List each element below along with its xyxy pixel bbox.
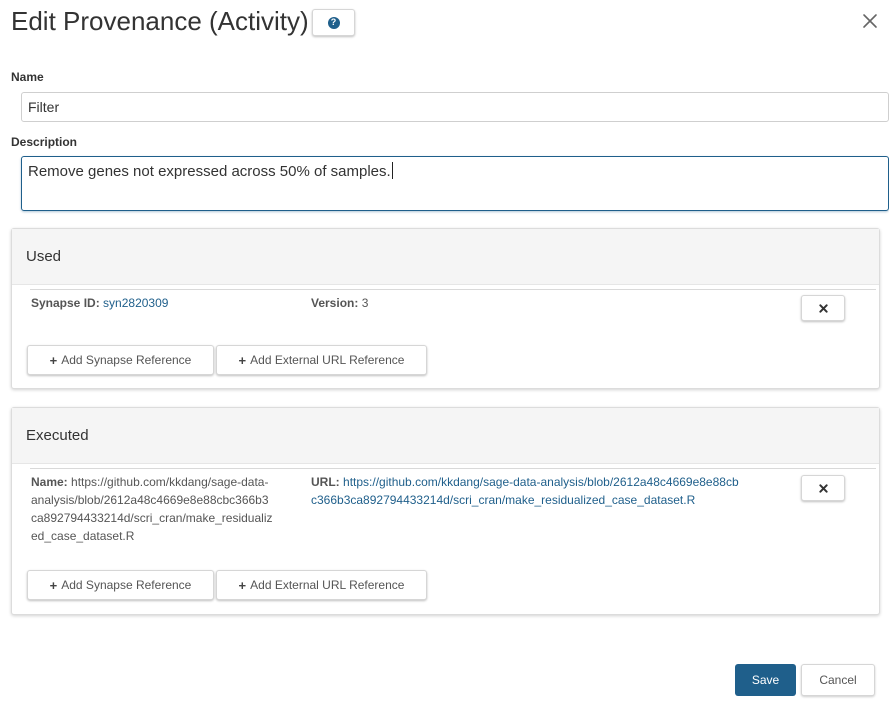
executed-url: URL: https://github.com/kkdang/sage-data… xyxy=(311,473,796,509)
executed-add-url-button[interactable]: + Add External URL Reference xyxy=(216,570,427,600)
executed-divider xyxy=(30,468,876,469)
used-panel: Used Synapse ID: syn2820309 Version: 3 +… xyxy=(11,228,880,389)
executed-name-line: analysis/blob/2612a48c4669e8e88cbc366b3 xyxy=(31,493,269,507)
name-input[interactable]: Filter xyxy=(21,92,889,122)
save-button[interactable]: Save xyxy=(735,664,796,696)
used-panel-heading: Used xyxy=(12,229,879,285)
close-button[interactable] xyxy=(858,9,882,33)
description-text: Remove genes not expressed across 50% of… xyxy=(28,163,391,180)
synapse-id-link[interactable]: syn2820309 xyxy=(103,296,168,310)
description-textarea[interactable]: Remove genes not expressed across 50% of… xyxy=(21,156,889,211)
add-url-label: Add External URL Reference xyxy=(250,578,405,592)
executed-panel: Executed Name: https://github.com/kkdang… xyxy=(11,407,880,615)
version-value: 3 xyxy=(361,296,369,310)
help-button[interactable]: ? xyxy=(312,9,355,36)
cancel-button[interactable]: Cancel xyxy=(801,664,875,696)
add-synapse-label: Add Synapse Reference xyxy=(61,353,192,367)
executed-add-synapse-button[interactable]: + Add Synapse Reference xyxy=(27,570,214,600)
executed-name: Name: https://github.com/kkdang/sage-dat… xyxy=(31,473,306,545)
used-add-url-button[interactable]: + Add External URL Reference xyxy=(216,345,427,375)
plus-icon: + xyxy=(49,352,58,368)
used-divider xyxy=(30,289,876,290)
question-circle-icon: ? xyxy=(327,16,340,29)
executed-name-label: Name: xyxy=(31,475,68,489)
executed-name-line: ca892794433214d/scri_cran/make_residuali… xyxy=(31,511,273,525)
executed-name-line: https://github.com/kkdang/sage-data- xyxy=(71,475,269,489)
close-icon xyxy=(863,14,877,28)
executed-url-link[interactable]: c366b3ca892794433214d/scri_cran/make_res… xyxy=(311,491,796,509)
version-label: Version: xyxy=(311,296,359,310)
remove-executed-button[interactable] xyxy=(801,475,845,501)
synapse-id-label: Synapse ID: xyxy=(31,296,100,310)
dialog-title: Edit Provenance (Activity) xyxy=(11,6,309,36)
text-caret xyxy=(391,162,393,179)
times-icon xyxy=(818,483,828,493)
used-add-synapse-button[interactable]: + Add Synapse Reference xyxy=(27,345,214,375)
executed-name-line: ed_case_dataset.R xyxy=(31,529,135,543)
plus-icon: + xyxy=(49,577,58,593)
executed-url-link[interactable]: https://github.com/kkdang/sage-data-anal… xyxy=(343,475,739,489)
description-label: Description xyxy=(11,135,78,149)
remove-used-button[interactable] xyxy=(801,295,845,321)
used-version: Version: 3 xyxy=(311,294,368,312)
add-url-label: Add External URL Reference xyxy=(250,353,405,367)
times-icon xyxy=(818,303,828,313)
executed-url-label: URL: xyxy=(311,475,340,489)
executed-panel-heading: Executed xyxy=(12,408,879,464)
plus-icon: + xyxy=(238,352,247,368)
plus-icon: + xyxy=(238,577,247,593)
used-synapse-id: Synapse ID: syn2820309 xyxy=(31,294,168,312)
add-synapse-label: Add Synapse Reference xyxy=(61,578,192,592)
name-label: Name xyxy=(11,70,44,84)
